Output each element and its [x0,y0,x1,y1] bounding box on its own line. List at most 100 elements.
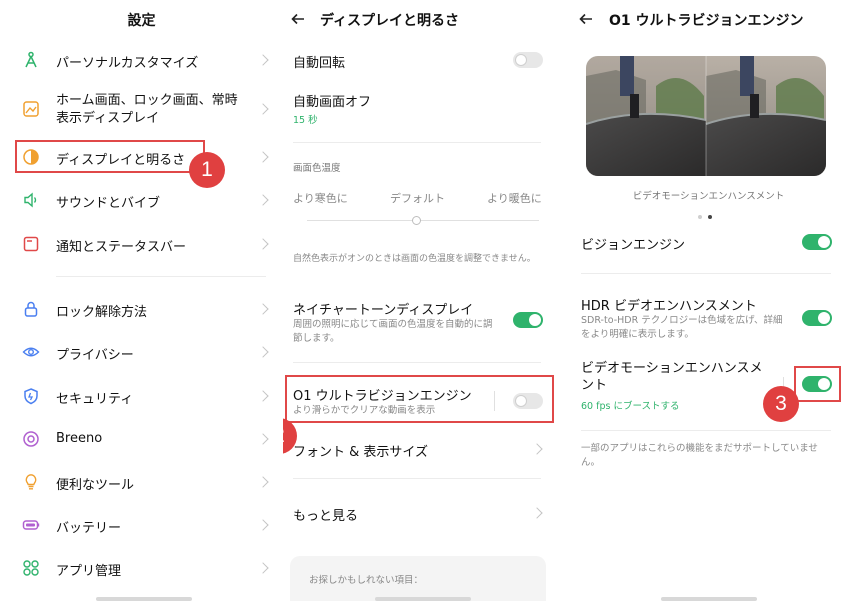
settings-item-label: Breeno [56,431,103,446]
font-size-label: フォント & 表示サイズ [293,445,429,460]
page-dot-active[interactable] [708,215,712,219]
suggestions-label: お探しかもしれない項目： [309,575,424,586]
step-badge-1: 1 [189,152,225,188]
preview-caption: ビデオモーションエンハンスメント [632,191,785,202]
highlight-box [794,366,841,402]
settings-item-battery[interactable]: バッテリー [0,509,283,541]
settings-item-label: ホーム画面、ロック画面、常時表示ディスプレイ [56,93,238,126]
settings-item-security[interactable]: セキュリティ [0,380,283,412]
chevron-right-icon [257,562,269,574]
nature-tone-label: ネイチャートーンディスプレイ [293,303,474,318]
section-divider [56,276,266,277]
settings-item-apps[interactable]: アプリ管理 [0,552,283,584]
color-temp-header: 画面色温度 [293,163,341,174]
back-arrow-icon[interactable] [579,13,593,25]
step-badge-3: 3 [763,386,799,422]
section-divider [581,430,831,431]
apps-icon [23,560,39,576]
settings-item-label: プライバシー [56,348,134,363]
lock-icon [24,301,38,317]
settings-item-notifications[interactable]: 通知とステータスバー [0,228,283,260]
color-temp-slider-thumb[interactable] [412,216,421,225]
chevron-right-icon [257,433,269,445]
settings-item-label: 通知とステータスバー [56,240,187,255]
chevron-right-icon [531,443,543,455]
font-size-row[interactable]: フォント & 表示サイズ [283,433,567,465]
nature-tone-desc: 周囲の照明に応じて画面の色温度を自動的に調節します。 [293,319,493,344]
chevron-right-icon [257,390,269,402]
settings-item-label: ロック解除方法 [56,305,148,320]
settings-item-label: アプリ管理 [56,564,122,579]
chevron-right-icon [257,54,269,66]
color-temp-note: 自然色表示がオンのときは画面の色温度を調整できません。 [293,254,536,264]
highlight-box [15,140,205,173]
page-dot[interactable] [698,215,702,219]
hdr-label: HDR ビデオエンハンスメント [581,299,757,314]
highlight-box [285,375,554,423]
settings-item-unlock[interactable]: ロック解除方法 [0,293,283,325]
settings-item-privacy[interactable]: プライバシー [0,336,283,368]
chevron-right-icon [257,519,269,531]
chevron-right-icon [257,303,269,315]
chevron-right-icon [257,238,269,250]
battery-icon [22,520,40,530]
shield-icon [24,388,38,405]
home-indicator[interactable] [96,597,192,601]
footer-note: 一部のアプリはこれらの機能をまだサポートしていません。 [581,443,818,468]
chevron-right-icon [257,151,269,163]
screen-off-label: 自動画面オフ [293,95,372,110]
screen-off-row[interactable]: 自動画面オフ 15 秒 [283,86,567,130]
color-temp-slider-track[interactable] [307,220,539,221]
auto-rotate-label: 自動回転 [293,56,346,71]
settings-item-breeno[interactable]: Breeno [0,423,283,455]
home-indicator[interactable] [661,597,757,601]
home-indicator[interactable] [375,597,471,601]
chevron-right-icon [531,507,543,519]
vision-engine-toggle[interactable] [802,234,832,250]
breeno-icon [23,431,39,447]
screen-off-value: 15 秒 [293,115,318,126]
settings-item-label: バッテリー [56,521,122,536]
back-arrow-icon[interactable] [291,13,305,25]
more-label: もっと見る [293,509,359,524]
more-row[interactable]: もっと見る [283,497,567,529]
page-title: O1 ウルトラビジョンエンジン [609,13,804,29]
vision-engine-label: ビジョンエンジン [581,238,686,253]
compass-icon [25,51,37,68]
motion-enhancement-desc: 60 fps にブーストする [581,401,680,412]
settings-item-home-lock[interactable]: ホーム画面、ロック画面、常時表示ディスプレイ [0,88,283,130]
warmer-label: より暖色に [487,192,542,205]
section-divider [293,142,541,143]
settings-item-label: セキュリティ [56,392,134,407]
tools-icon [25,474,37,490]
chevron-right-icon [257,346,269,358]
notification-icon [23,236,39,252]
settings-item-personalize[interactable]: パーソナルカスタマイズ [0,44,283,76]
hdr-row[interactable]: HDR ビデオエンハンスメント SDR-to-HDR テクノロジーは色域を広げ、… [567,292,850,344]
settings-item-sound[interactable]: サウンドとバイブ [0,184,283,216]
page-title: 設定 [127,13,156,29]
vision-engine-row[interactable]: ビジョンエンジン [567,228,850,260]
section-divider [293,478,541,479]
page-title: ディスプレイと明るさ [320,13,460,29]
eye-icon [22,347,40,357]
cooler-label: より寒色に [293,192,348,205]
motion-enhancement-label: ビデオモーションエンハンスメント [581,361,763,393]
chevron-right-icon [257,103,269,115]
chevron-right-icon [257,476,269,488]
hdr-desc: SDR-to-HDR テクノロジーは色域を広げ、詳細をより明確に表示します。 [581,315,783,340]
settings-item-label: 便利なツール [56,478,135,493]
auto-rotate-toggle[interactable] [513,52,543,68]
nature-tone-toggle[interactable] [513,312,543,328]
hdr-toggle[interactable] [802,310,832,326]
nature-tone-row[interactable]: ネイチャートーンディスプレイ 周囲の照明に応じて画面の色温度を自動的に調節します… [283,296,567,348]
settings-item-label: サウンドとバイブ [56,196,161,211]
section-divider [293,362,541,363]
settings-item-tools[interactable]: 便利なツール [0,466,283,498]
auto-rotate-row[interactable]: 自動回転 [283,44,567,76]
suggestions-card: お探しかもしれない項目： [290,556,546,601]
ultra-vision-panel: O1 ウルトラビジョンエンジン ビデオモーションエンハンスメント ビジョンエンジ… [567,0,850,601]
settings-item-label: パーソナルカスタマイズ [56,56,199,71]
chevron-right-icon [257,194,269,206]
skate-preview-illustration [586,56,826,176]
